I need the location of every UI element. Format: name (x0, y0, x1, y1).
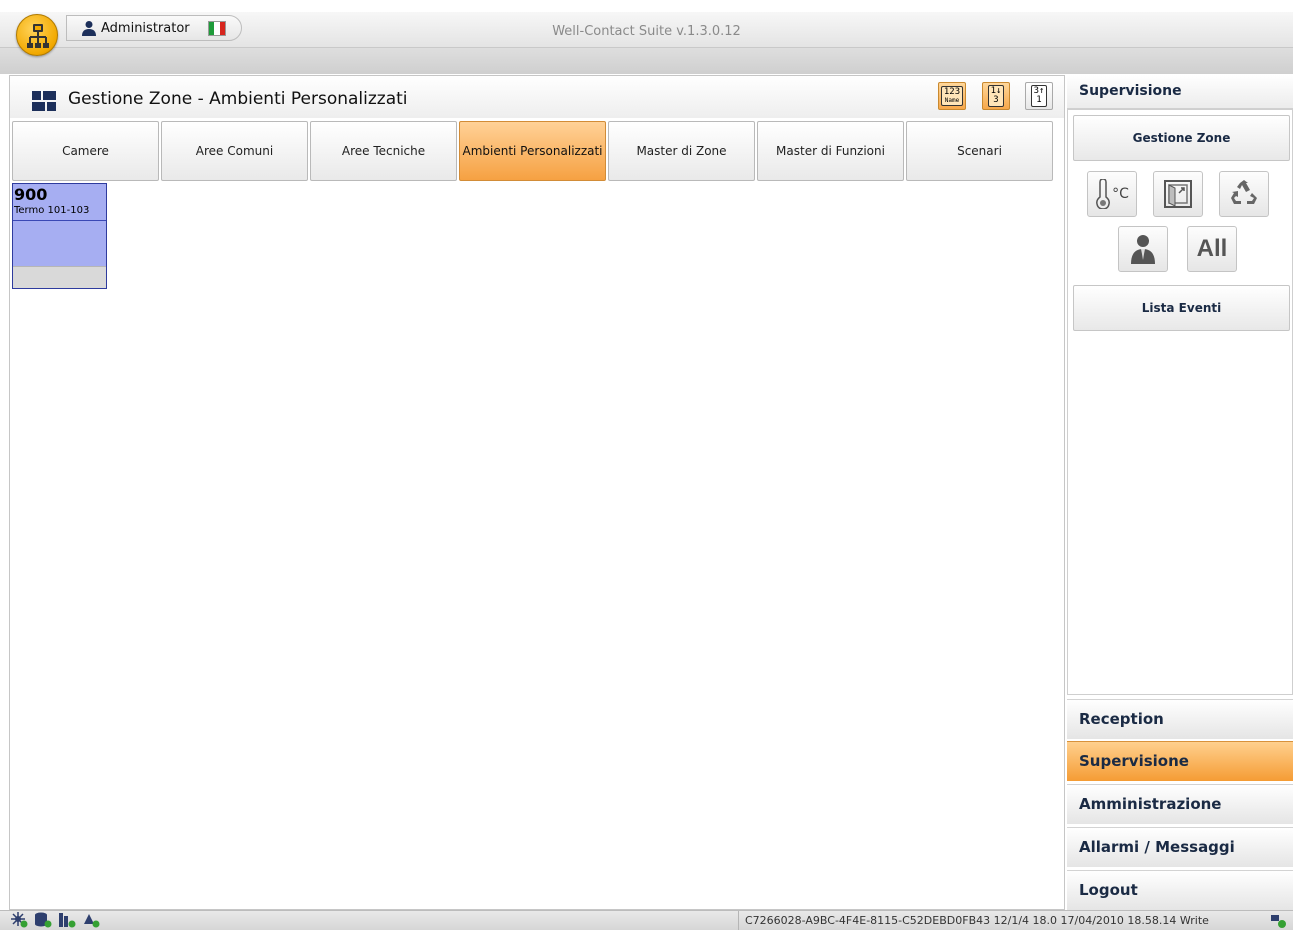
network-icon (11, 912, 28, 928)
tab-master-di-zone[interactable]: Master di Zone (608, 121, 755, 181)
sort-descending-button[interactable]: 3↑ 1 (1025, 82, 1053, 110)
all-filter-button[interactable]: All (1187, 226, 1237, 272)
main-header: Gestione Zone - Ambienti Personalizzati … (10, 76, 1064, 118)
sidebar: Supervisione Gestione Zone °C All Lista … (1067, 75, 1293, 910)
connection-icon (1271, 915, 1286, 928)
recycle-icon (1231, 180, 1257, 204)
person-icon (1131, 235, 1155, 264)
status-icons (10, 912, 100, 928)
gestione-zone-button[interactable]: Gestione Zone (1073, 115, 1290, 161)
page-title: Gestione Zone - Ambienti Personalizzati (68, 89, 408, 109)
server-icon (59, 913, 76, 928)
tab-ambienti-personalizzati[interactable]: Ambienti Personalizzati (459, 121, 606, 181)
zone-category-tabs: Camere Aree Comuni Aree Tecniche Ambient… (12, 121, 1055, 181)
person-filter-button[interactable] (1118, 226, 1168, 272)
tab-camere[interactable]: Camere (12, 121, 159, 181)
nav-amministrazione[interactable]: Amministrazione (1067, 784, 1293, 824)
sidebar-title: Supervisione (1079, 83, 1182, 99)
thermometer-icon (1096, 179, 1111, 209)
all-filter-icon: All (1196, 235, 1228, 262)
window-icon (1164, 180, 1192, 208)
sort-descending-icon: 3↑ 1 (1030, 85, 1048, 107)
main-panel: Gestione Zone - Ambienti Personalizzati … (9, 75, 1065, 910)
recycle-filter-button[interactable] (1219, 171, 1269, 217)
zone-number: 900 (14, 185, 48, 204)
sidebar-header: Supervisione (1067, 75, 1293, 109)
database-icon (35, 912, 52, 928)
sort-ascending-icon: 1↓ 3 (987, 85, 1005, 107)
temperature-filter-button[interactable]: °C (1087, 171, 1137, 217)
lista-eventi-button[interactable]: Lista Eventi (1073, 285, 1290, 331)
nav-reception[interactable]: Reception (1067, 699, 1293, 739)
app-logo[interactable] (16, 14, 58, 56)
tab-master-di-funzioni[interactable]: Master di Funzioni (757, 121, 904, 181)
status-bar: C7266028-A9BC-4F4E-8115-C52DEBD0FB43 12/… (0, 910, 1293, 930)
temperature-unit-label: °C (1112, 186, 1129, 202)
sync-icon (84, 914, 100, 928)
network-logo-icon (27, 24, 49, 48)
tab-aree-comuni[interactable]: Aree Comuni (161, 121, 308, 181)
nav-allarmi-messaggi[interactable]: Allarmi / Messaggi (1067, 827, 1293, 867)
tab-scenari[interactable]: Scenari (906, 121, 1053, 181)
sort-by-name-button[interactable]: 123 Name (938, 82, 966, 110)
zone-description: Termo 101-103 (14, 205, 90, 216)
title-bar: Administrator Well-Contact Suite v.1.3.0… (0, 0, 1293, 74)
sidebar-panel: Gestione Zone °C All Lista Eventi (1067, 109, 1293, 695)
status-text: C7266028-A9BC-4F4E-8115-C52DEBD0FB43 12/… (738, 911, 1268, 930)
tab-aree-tecniche[interactable]: Aree Tecniche (310, 121, 457, 181)
zone-status-bar (13, 266, 106, 288)
nav-supervisione[interactable]: Supervisione (1067, 741, 1293, 781)
sort-by-name-icon: 123 Name (940, 86, 964, 106)
zone-tile[interactable]: 900 Termo 101-103 (12, 183, 107, 289)
zones-grid-icon (32, 91, 56, 111)
nav-logout[interactable]: Logout (1067, 870, 1293, 910)
sort-ascending-button[interactable]: 1↓ 3 (982, 82, 1010, 110)
window-filter-button[interactable] (1153, 171, 1203, 217)
window-title: Well-Contact Suite v.1.3.0.12 (552, 24, 741, 39)
